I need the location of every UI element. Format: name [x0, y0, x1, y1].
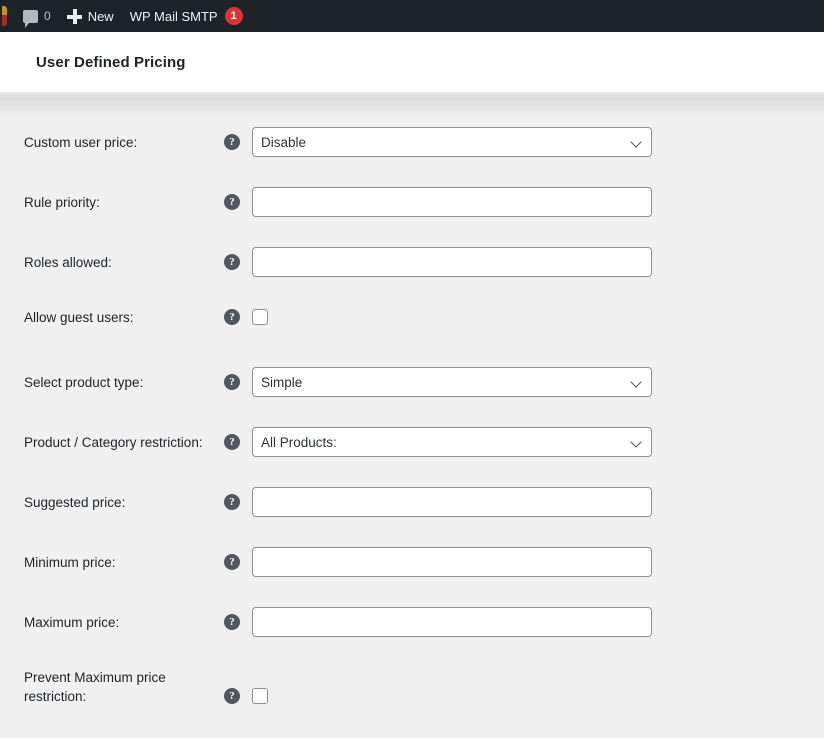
input-roles-allowed[interactable]: [252, 247, 652, 277]
plus-icon: [66, 8, 82, 24]
help-question-icon[interactable]: ?: [224, 554, 240, 570]
field-cell-allow-guest-users: [252, 307, 824, 330]
help-cell-maximum-price: ?: [224, 607, 252, 630]
label-rule-priority: Rule priority:: [24, 195, 100, 210]
field-cell-roles-allowed: [252, 247, 824, 277]
label-custom-user-price: Custom user price:: [24, 135, 138, 150]
wordpress-logo-icon: [2, 6, 7, 26]
form-row-rule-priority: Rule priority:?: [0, 187, 824, 247]
label-allow-guest-users: Allow guest users:: [24, 310, 134, 325]
form-row-custom-user-price: Custom user price:? Disable: [0, 127, 824, 187]
help-question-icon[interactable]: ?: [224, 254, 240, 270]
form-row-prevent-maximum-price-restriction: Prevent Maximum price restriction:?: [0, 667, 824, 735]
adminbar-new-label: New: [87, 8, 114, 24]
comment-bubble-icon: [23, 9, 38, 28]
help-question-icon[interactable]: ?: [224, 134, 240, 150]
help-question-icon[interactable]: ?: [224, 614, 240, 630]
adminbar-comments[interactable]: 0: [15, 0, 59, 32]
input-minimum-price[interactable]: [252, 547, 652, 577]
input-rule-priority[interactable]: [252, 187, 652, 217]
adminbar-smtp-label: WP Mail SMTP: [129, 8, 218, 24]
field-cell-prevent-maximum-price-restriction: [252, 667, 824, 709]
help-cell-product-category-restriction: ?: [224, 427, 252, 450]
page-title: User Defined Pricing: [36, 53, 186, 71]
help-question-icon[interactable]: ?: [224, 688, 240, 704]
field-cell-custom-user-price: Disable: [252, 127, 824, 157]
form-row-suggested-price: Suggested price:?: [0, 487, 824, 547]
page-header: User Defined Pricing: [0, 32, 824, 92]
form-row-allow-guest-users: Allow guest users:?: [0, 307, 824, 367]
help-cell-rule-priority: ?: [224, 187, 252, 210]
label-roles-allowed: Roles allowed:: [24, 255, 112, 270]
form-row-maximum-price: Maximum price:?: [0, 607, 824, 667]
help-question-icon[interactable]: ?: [224, 494, 240, 510]
help-cell-custom-user-price: ?: [224, 127, 252, 150]
label-product-category-restriction: Product / Category restriction:: [24, 435, 203, 450]
label-suggested-price: Suggested price:: [24, 495, 126, 510]
adminbar-wp-logo[interactable]: [0, 0, 15, 32]
form-row-minimum-price: Minimum price:?: [0, 547, 824, 607]
help-cell-roles-allowed: ?: [224, 247, 252, 270]
help-cell-minimum-price: ?: [224, 547, 252, 570]
help-question-icon[interactable]: ?: [224, 194, 240, 210]
help-cell-suggested-price: ?: [224, 487, 252, 510]
field-cell-select-product-type: Simple: [252, 367, 824, 397]
admin-bar: 0 New WP Mail SMTP 1: [0, 0, 824, 32]
field-cell-suggested-price: [252, 487, 824, 517]
settings-form: Custom user price:? Disable Rule priority:…: [0, 122, 824, 735]
form-row-product-category-restriction: Product / Category restriction:? All Prod…: [0, 427, 824, 487]
help-cell-select-product-type: ?: [224, 367, 252, 390]
help-question-icon[interactable]: ?: [224, 309, 240, 325]
checkbox-prevent-maximum-price-restriction[interactable]: [252, 688, 268, 704]
smtp-notification-badge: 1: [224, 7, 243, 25]
select-value-select-product-type[interactable]: Simple: [252, 367, 652, 397]
adminbar-new-content[interactable]: New: [59, 0, 122, 32]
form-row-select-product-type: Select product type:? Simple: [0, 367, 824, 427]
help-cell-allow-guest-users: ?: [224, 307, 252, 325]
help-cell-prevent-maximum-price-restriction: ?: [224, 667, 252, 704]
select-custom-user-price[interactable]: Disable: [252, 127, 652, 157]
select-value-product-category-restriction[interactable]: All Products:: [252, 427, 652, 457]
field-cell-product-category-restriction: All Products:: [252, 427, 824, 457]
help-question-icon[interactable]: ?: [224, 434, 240, 450]
select-product-category-restriction[interactable]: All Products:: [252, 427, 652, 457]
label-prevent-maximum-price-restriction: Prevent Maximum price restriction:: [24, 670, 166, 704]
form-row-roles-allowed: Roles allowed:?: [0, 247, 824, 307]
label-minimum-price: Minimum price:: [24, 555, 116, 570]
checkbox-allow-guest-users[interactable]: [252, 309, 268, 325]
field-cell-minimum-price: [252, 547, 824, 577]
input-maximum-price[interactable]: [252, 607, 652, 637]
field-cell-maximum-price: [252, 607, 824, 637]
header-shadow-divider: [0, 91, 824, 122]
label-select-product-type: Select product type:: [24, 375, 144, 390]
input-suggested-price[interactable]: [252, 487, 652, 517]
label-maximum-price: Maximum price:: [24, 615, 120, 630]
help-question-icon[interactable]: ?: [224, 374, 240, 390]
adminbar-wp-mail-smtp[interactable]: WP Mail SMTP 1: [122, 0, 251, 32]
select-value-custom-user-price[interactable]: Disable: [252, 127, 652, 157]
field-cell-rule-priority: [252, 187, 824, 217]
comment-count: 0: [44, 9, 51, 23]
select-select-product-type[interactable]: Simple: [252, 367, 652, 397]
